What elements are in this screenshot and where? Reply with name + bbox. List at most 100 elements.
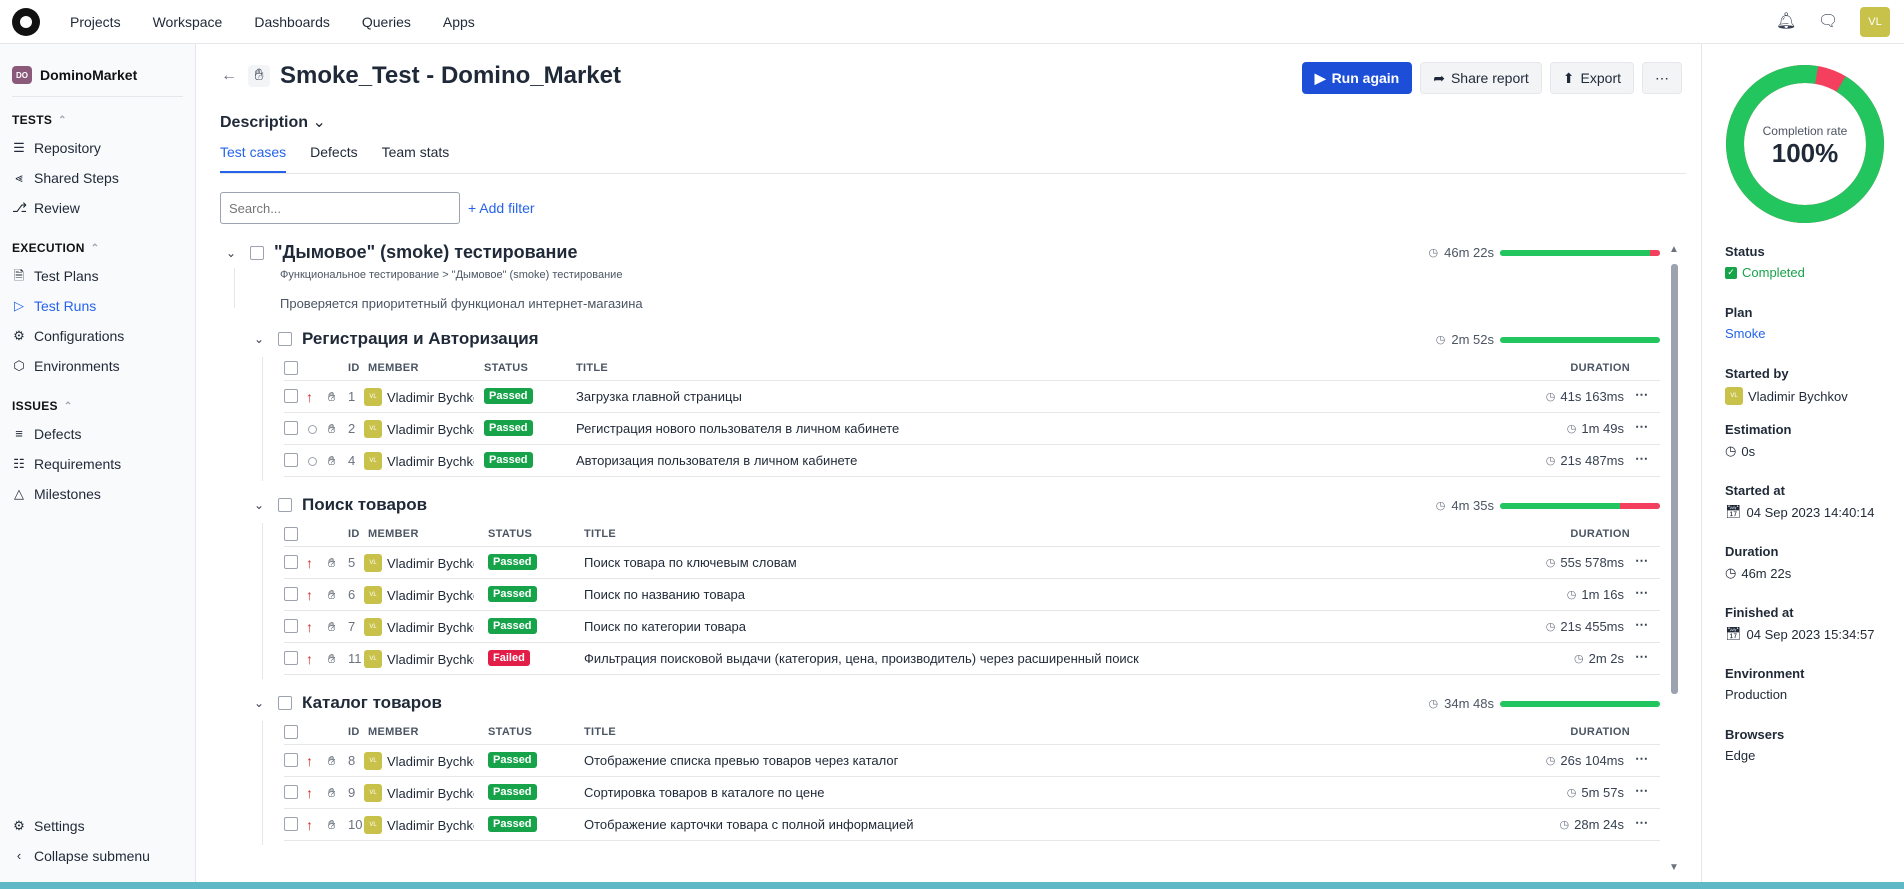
suite-checkbox[interactable] — [278, 696, 292, 710]
collapse-submenu-button[interactable]: ‹ Collapse submenu — [0, 841, 195, 871]
row-checkbox[interactable] — [284, 453, 298, 467]
chevron-down-icon[interactable]: ⌄ — [226, 246, 240, 260]
chat-icon[interactable]: 🗨︎ — [1818, 13, 1838, 31]
table-row[interactable]: ↑ ✋︎ 7 VL Vladimir Bychkov Passed Поиск по кат… — [284, 611, 1660, 643]
sidebar-section-issues[interactable]: ISSUES ⌃ — [0, 393, 195, 419]
nav-queries[interactable]: Queries — [362, 14, 411, 30]
column-member[interactable]: MEMBER — [368, 362, 419, 374]
nav-projects[interactable]: Projects — [70, 14, 121, 30]
row-more-button[interactable]: ⋯ — [1635, 783, 1648, 799]
table-row[interactable]: ✋︎ 4 VL Vladimir Bychkov Passed Авторизация п… — [284, 445, 1660, 477]
row-more-button[interactable]: ⋯ — [1635, 387, 1648, 403]
table-row[interactable]: ↑ ✋︎ 6 VL Vladimir Bychkov Passed Поиск по наз… — [284, 579, 1660, 611]
row-title[interactable]: Сортировка товаров в каталоге по цене — [584, 785, 825, 800]
description-toggle[interactable]: Description ⌄ — [220, 112, 326, 132]
column-id[interactable]: ID — [348, 528, 360, 540]
sidebar-item-shared-steps[interactable]: ⪡ Shared Steps — [0, 163, 195, 193]
table-row[interactable]: ↑ ✋︎ 5 VL Vladimir Bychkov Passed Поиск товара… — [284, 547, 1660, 579]
more-actions-button[interactable]: ⋯ — [1642, 62, 1682, 94]
add-filter-button[interactable]: + Add filter — [468, 200, 535, 216]
row-title[interactable]: Отображение карточки товара с полной инф… — [584, 817, 914, 832]
suite-checkbox[interactable] — [250, 245, 264, 260]
row-checkbox[interactable] — [284, 785, 298, 799]
row-more-button[interactable]: ⋯ — [1635, 649, 1648, 665]
column-id[interactable]: ID — [348, 726, 360, 738]
nav-apps[interactable]: Apps — [443, 14, 475, 30]
row-title[interactable]: Поиск товара по ключевым словам — [584, 555, 797, 570]
suite-header[interactable]: ⌄ Каталог товаров — [254, 693, 442, 713]
user-avatar[interactable]: VL — [1860, 7, 1890, 37]
row-more-button[interactable]: ⋯ — [1635, 617, 1648, 633]
column-title[interactable]: TITLE — [584, 528, 616, 540]
chevron-down-icon[interactable]: ⌄ — [254, 696, 268, 710]
app-logo[interactable] — [12, 7, 40, 36]
row-checkbox[interactable] — [284, 389, 298, 403]
back-arrow-icon[interactable]: ← — [220, 67, 238, 85]
suite-header-root[interactable]: ⌄ "Дымовое" (smoke) тестирование — [226, 242, 577, 263]
tab-defects[interactable]: Defects — [310, 144, 357, 173]
column-duration[interactable]: DURATION — [1570, 362, 1630, 374]
column-duration[interactable]: DURATION — [1570, 726, 1630, 738]
suite-checkbox[interactable] — [278, 332, 292, 346]
row-checkbox[interactable] — [284, 421, 298, 435]
row-checkbox[interactable] — [284, 555, 298, 569]
project-selector[interactable]: DO DominoMarket — [0, 44, 195, 96]
select-all-checkbox[interactable] — [284, 361, 298, 375]
row-more-button[interactable]: ⋯ — [1635, 553, 1648, 569]
column-title[interactable]: TITLE — [576, 362, 608, 374]
column-member[interactable]: MEMBER — [368, 528, 419, 540]
sidebar-item-review[interactable]: ⎇ Review — [0, 193, 195, 223]
row-title[interactable]: Поиск по названию товара — [584, 587, 745, 602]
nav-dashboards[interactable]: Dashboards — [254, 14, 330, 30]
row-more-button[interactable]: ⋯ — [1635, 751, 1648, 767]
sidebar-section-execution[interactable]: EXECUTION ⌃ — [0, 235, 195, 261]
plan-link[interactable]: Smoke — [1725, 326, 1765, 341]
table-row[interactable]: ↑ ✋︎ 1 VL Vladimir Bychkov Passed Загрузка гла… — [284, 381, 1660, 413]
sidebar-section-tests[interactable]: TESTS ⌃ — [0, 107, 195, 133]
scroll-thumb[interactable] — [1671, 264, 1678, 694]
table-row[interactable]: ✋︎ 2 VL Vladimir Bychkov Passed Регистрация н… — [284, 413, 1660, 445]
scroll-down-icon[interactable]: ▼ — [1669, 862, 1679, 873]
sidebar-item-requirements[interactable]: ☷ Requirements — [0, 449, 195, 479]
row-title[interactable]: Поиск по категории товара — [584, 619, 746, 634]
chevron-down-icon[interactable]: ⌄ — [254, 332, 268, 346]
scroll-up-icon[interactable]: ▲ — [1669, 244, 1679, 255]
row-title[interactable]: Загрузка главной страницы — [576, 389, 742, 404]
search-input[interactable] — [220, 192, 460, 224]
column-duration[interactable]: DURATION — [1570, 528, 1630, 540]
row-checkbox[interactable] — [284, 587, 298, 601]
sidebar-item-defects[interactable]: ≡ Defects — [0, 419, 195, 449]
sidebar-item-test-runs[interactable]: ▷ Test Runs — [0, 291, 195, 321]
row-more-button[interactable]: ⋯ — [1635, 419, 1648, 435]
nav-workspace[interactable]: Workspace — [153, 14, 223, 30]
sidebar-item-milestones[interactable]: △ Milestones — [0, 479, 195, 509]
sidebar-item-settings[interactable]: ⚙ Settings — [0, 811, 195, 841]
select-all-checkbox[interactable] — [284, 725, 298, 739]
row-more-button[interactable]: ⋯ — [1635, 815, 1648, 831]
row-title[interactable]: Фильтрация поисковой выдачи (категория, … — [584, 651, 1139, 666]
suite-checkbox[interactable] — [278, 498, 292, 512]
chevron-down-icon[interactable]: ⌄ — [254, 498, 268, 512]
column-status[interactable]: STATUS — [488, 726, 532, 738]
table-row[interactable]: ↑ ✋︎ 8 VL Vladimir Bychkov Passed Отображение … — [284, 745, 1660, 777]
share-report-button[interactable]: ➦ Share report — [1420, 62, 1542, 94]
table-row[interactable]: ↑ ✋︎ 10VL Vladimir Bychkov Passed Отображение… — [284, 809, 1660, 841]
suite-header[interactable]: ⌄ Регистрация и Авторизация — [254, 329, 539, 349]
sidebar-item-configurations[interactable]: ⚙ Configurations — [0, 321, 195, 351]
tab-team-stats[interactable]: Team stats — [382, 144, 450, 173]
sidebar-item-repository[interactable]: ☰ Repository — [0, 133, 195, 163]
row-more-button[interactable]: ⋯ — [1635, 451, 1648, 467]
column-id[interactable]: ID — [348, 362, 360, 374]
table-row[interactable]: ↑ ✋︎ 9 VL Vladimir Bychkov Passed Сортировка т… — [284, 777, 1660, 809]
sidebar-item-test-plans[interactable]: 🗎︎ Test Plans — [0, 261, 195, 291]
bell-icon[interactable]: 🔔︎ — [1776, 13, 1796, 31]
row-title[interactable]: Авторизация пользователя в личном кабине… — [576, 453, 857, 468]
column-status[interactable]: STATUS — [484, 362, 528, 374]
row-checkbox[interactable] — [284, 619, 298, 633]
row-more-button[interactable]: ⋯ — [1635, 585, 1648, 601]
row-title[interactable]: Отображение списка превью товаров через … — [584, 753, 898, 768]
column-member[interactable]: MEMBER — [368, 726, 419, 738]
table-row[interactable]: ↑ ✋︎ 11VL Vladimir Bychkov Failed Фильтрация … — [284, 643, 1660, 675]
export-button[interactable]: ⬆ Export — [1549, 62, 1634, 94]
select-all-checkbox[interactable] — [284, 527, 298, 541]
